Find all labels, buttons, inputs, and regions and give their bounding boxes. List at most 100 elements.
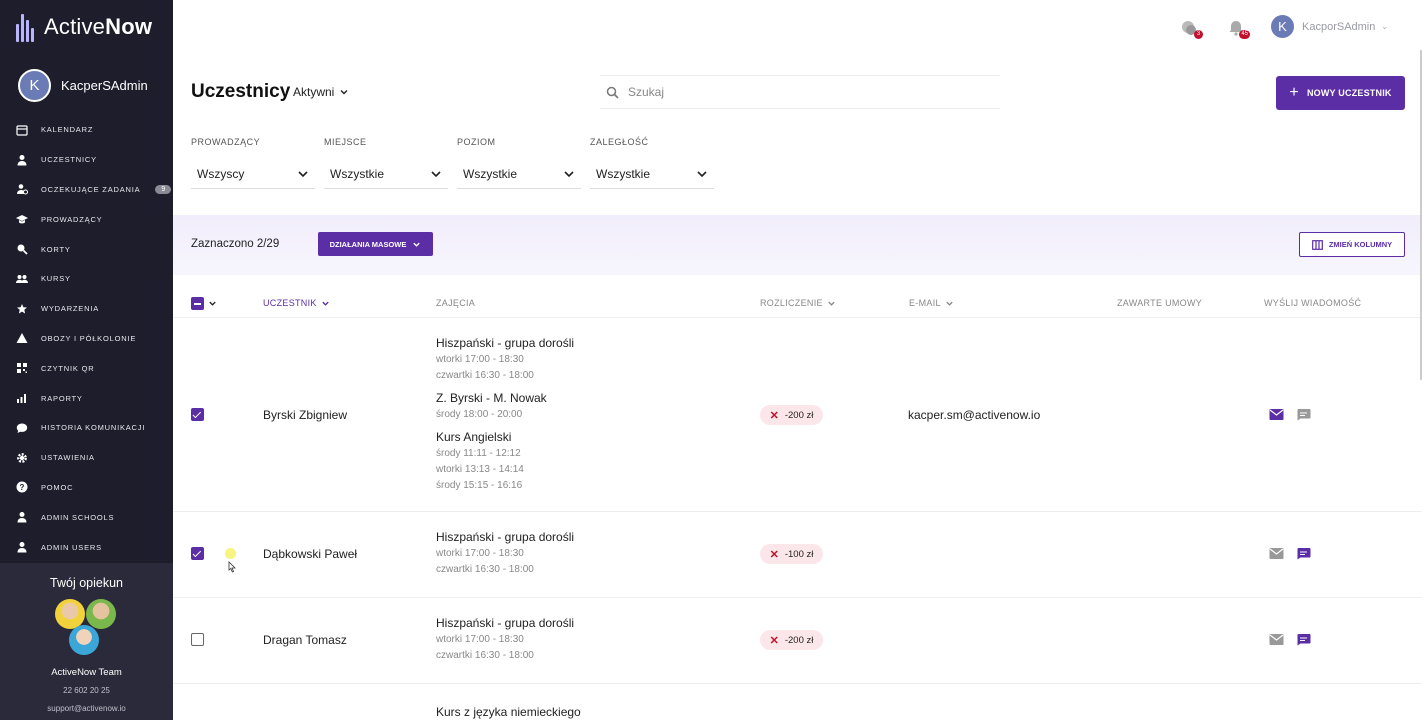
participant-name[interactable]: Byrski Zbigniew: [263, 408, 347, 422]
row-checkbox[interactable]: [191, 408, 204, 421]
sidebar-item-label: Oczekujące zadania: [41, 184, 141, 194]
team-photos: [55, 599, 117, 657]
sidebar-item-kalendarz[interactable]: Kalendarz: [0, 115, 173, 145]
sidebar-item-prowadzący[interactable]: Prowadzący: [0, 204, 173, 234]
search-input[interactable]: [628, 85, 968, 99]
mass-actions-button[interactable]: DZIAŁANIA MASOWE: [318, 232, 433, 256]
change-columns-button[interactable]: ZMIEŃ KOLUMNY: [1299, 232, 1405, 257]
row-checkbox[interactable]: [191, 633, 204, 646]
filter-value: Wszystkie: [463, 166, 517, 181]
class-time: wtorki 17:00 - 18:30: [436, 548, 524, 559]
sidebar-item-label: Korty: [41, 244, 71, 254]
class-title[interactable]: Kurs z języka niemieckiego: [436, 705, 581, 720]
send-message-icon[interactable]: [1296, 633, 1311, 646]
send-email-icon[interactable]: [1269, 408, 1284, 421]
class-title[interactable]: Hiszpański - grupa dorośli: [436, 530, 574, 546]
class-title[interactable]: Hiszpański - grupa dorośli: [436, 336, 574, 352]
column-label: Uczestnik: [263, 298, 317, 308]
sidebar-item-admin-schools[interactable]: Admin schools: [0, 502, 173, 532]
select-all-checkbox[interactable]: [191, 297, 204, 310]
filter-select[interactable]: Wszyscy: [191, 159, 315, 189]
racket-icon: [16, 243, 28, 255]
class-title[interactable]: Z. Byrski - M. Nowak: [436, 391, 574, 407]
balance-badge[interactable]: ✕ -100 zł: [760, 544, 823, 564]
close-icon: ✕: [769, 634, 779, 647]
sidebar-item-ustawienia[interactable]: Ustawienia: [0, 443, 173, 473]
class-title[interactable]: Kurs Angielski: [436, 430, 574, 446]
participant-classes: Hiszpański - grupa dorośli wtorki 17:00 -…: [436, 336, 574, 494]
participant-email[interactable]: kacper.sm@activenow.io: [908, 408, 1040, 422]
sidebar-item-label: Obozy i półkolonie: [41, 333, 137, 343]
send-email-icon[interactable]: [1269, 547, 1284, 560]
column-label: Zawarte umowy: [1117, 298, 1203, 308]
close-icon: ✕: [769, 409, 779, 422]
notifications-button[interactable]: 45: [1227, 19, 1250, 39]
chat-badge: 3: [1194, 30, 1203, 39]
sidebar-item-admin-users[interactable]: Admin users: [0, 532, 173, 562]
chevron-down-icon: [431, 170, 441, 177]
page-title: Uczestnicy: [191, 81, 291, 102]
column-label: E-mail: [909, 298, 941, 308]
participant-name[interactable]: Dąbkowski Paweł: [263, 547, 357, 561]
sidebar: ActiveNow K KacperSAdmin Kalendarz Uczest…: [0, 0, 173, 720]
class-title[interactable]: Hiszpański - grupa dorośli: [436, 616, 574, 632]
notifications-badge: 45: [1239, 30, 1250, 39]
user-icon: [16, 511, 28, 523]
filter-value: Wszystkie: [596, 166, 650, 181]
sort-chevron-icon: [946, 301, 953, 306]
status-dropdown[interactable]: Aktywni: [293, 85, 349, 99]
graduation-cap-icon: [16, 213, 28, 225]
sidebar-item-czytnik-qr[interactable]: Czytnik QR: [0, 353, 173, 383]
logo[interactable]: ActiveNow: [16, 10, 152, 44]
sidebar-item-oczekujące-zadania[interactable]: Oczekujące zadania 9: [0, 175, 173, 205]
balance-value: -200 zł: [784, 634, 814, 646]
participant-name[interactable]: Dragan Tomasz: [263, 633, 347, 647]
search-box[interactable]: [600, 75, 1000, 109]
send-email-icon[interactable]: [1269, 633, 1284, 646]
new-participant-button[interactable]: + NOWY UCZESTNIK: [1276, 76, 1405, 110]
class-time: czwartki 16:30 - 18:00: [436, 370, 534, 381]
filter-select[interactable]: Wszystkie: [324, 159, 448, 189]
chevron-down-icon[interactable]: [208, 299, 217, 308]
sidebar-item-wydarzenia[interactable]: Wydarzenia: [0, 294, 173, 324]
column-header-send-message: Wyślij wiadomość: [1264, 298, 1361, 308]
balance-value: -100 zł: [784, 548, 814, 560]
send-message-icon[interactable]: [1296, 408, 1311, 421]
sidebar-item-uczestnicy[interactable]: Uczestnicy: [0, 145, 173, 175]
sidebar-item-obozy-i-półkolonie[interactable]: Obozy i półkolonie: [0, 324, 173, 354]
top-user-menu[interactable]: K KacporSAdmin ⌄: [1269, 13, 1388, 40]
divider: [173, 683, 1422, 684]
avatar: K: [1269, 13, 1296, 40]
balance-badge[interactable]: ✕ -200 zł: [760, 630, 823, 650]
guardian-team: ActiveNow Team: [51, 667, 122, 678]
sidebar-item-label: Wydarzenia: [41, 304, 100, 314]
help-icon: ?: [16, 481, 28, 493]
guardian-phone[interactable]: 22 602 20 25: [0, 686, 173, 695]
filter-label: Zaległość: [590, 137, 649, 147]
column-header-email[interactable]: E-mail: [909, 298, 954, 308]
filter-select[interactable]: Wszystkie: [590, 159, 714, 189]
filter-select[interactable]: Wszystkie: [457, 159, 581, 189]
sidebar-item-pomoc[interactable]: ? Pomoc: [0, 473, 173, 503]
divider: [173, 597, 1422, 598]
chat-notifications-button[interactable]: 3: [1180, 19, 1203, 39]
balance-badge[interactable]: ✕ -200 zł: [760, 405, 823, 425]
filter-label: Miejsce: [324, 137, 367, 147]
filter-2: Poziom Wszystkie: [457, 137, 581, 189]
sidebar-item-kursy[interactable]: Kursy: [0, 264, 173, 294]
guardian-email[interactable]: support@activenow.io: [0, 704, 173, 713]
send-message-icon[interactable]: [1296, 547, 1311, 560]
sidebar-item-raporty[interactable]: Raporty: [0, 383, 173, 413]
sidebar-item-historia-komunikacji[interactable]: Historia komunikacji: [0, 413, 173, 443]
mass-actions-bar: Zaznaczono 2/29 DZIAŁANIA MASOWE ZMIEŃ K…: [173, 215, 1422, 275]
filter-value: Wszystkie: [330, 166, 384, 181]
column-header-contracts: Zawarte umowy: [1117, 298, 1202, 308]
sidebar-item-korty[interactable]: Korty: [0, 234, 173, 264]
chevron-down-icon: ⌄: [1381, 22, 1389, 31]
column-header-participant[interactable]: Uczestnik: [263, 298, 330, 308]
row-checkbox[interactable]: [191, 547, 204, 560]
avatar: K: [18, 69, 51, 102]
divider: [173, 511, 1422, 512]
sidebar-user[interactable]: K KacperSAdmin: [18, 69, 148, 102]
column-header-billing[interactable]: Rozliczenie: [760, 298, 836, 308]
